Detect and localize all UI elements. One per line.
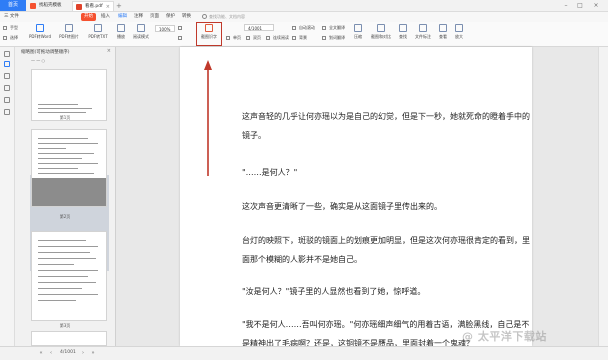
paragraph: 这声音轻的几乎让何亦瑶以为是自己的幻觉，但是下一秒，她就死命的瞪着手中的镜子。 <box>242 112 530 140</box>
page-number-field[interactable]: 4/1001 <box>244 24 274 31</box>
search-panel-icon[interactable] <box>4 109 10 115</box>
compare-button[interactable]: 截图和对比 <box>368 24 394 44</box>
pdf-to-txt-button[interactable]: PDF转TXT <box>86 24 110 44</box>
thumbnail-page-2[interactable] <box>31 129 107 207</box>
play-icon <box>117 24 125 32</box>
hand-tool[interactable]: 手型 <box>3 24 18 32</box>
pdf-to-image-button[interactable]: PDF转图片 <box>56 24 82 44</box>
compress-button[interactable]: 压缩 <box>350 24 366 44</box>
document-scrollbar[interactable] <box>598 47 608 346</box>
close-icon[interactable]: × <box>106 2 110 12</box>
comment-icon[interactable] <box>4 73 10 79</box>
paragraph: 这次声音更清晰了一些，确实是从这面镜子里传出来的。 <box>242 202 442 211</box>
search-input[interactable]: 查找功能、文档内容 <box>200 13 256 21</box>
thumbnail-icon[interactable] <box>4 61 10 67</box>
home-tab[interactable]: 首页 <box>0 0 26 11</box>
thumbnail-panel-title: 缩略图(可拖动调整顺序) <box>21 50 70 55</box>
thumbnail-page-4[interactable] <box>31 331 107 346</box>
enlarge-button[interactable]: 放大 <box>452 24 466 44</box>
close-window-icon[interactable]: × <box>590 0 602 11</box>
menu-protect[interactable]: 保护 <box>166 12 175 22</box>
thumbnail-label: 第1页 <box>59 115 71 120</box>
paragraph: "汝是何人？"镜子里的人显然也看到了她，惊呼道。 <box>242 287 426 296</box>
tab-template[interactable]: 找稻壳模板 <box>27 1 71 11</box>
play-button[interactable]: 播放 <box>114 24 128 44</box>
compare-icon <box>377 24 385 32</box>
menu-comment[interactable]: 注释 <box>134 12 143 22</box>
zoom-field[interactable]: 100% <box>155 25 175 32</box>
thumbnail-page-3[interactable] <box>31 231 107 321</box>
word-translate-button[interactable]: 划词翻译 <box>322 34 345 42</box>
thumbnail-label: 第3页 <box>59 323 71 328</box>
pdf-to-word-button[interactable]: PDF转Word <box>28 24 52 44</box>
read-mode-button[interactable]: 阅读模式 <box>131 24 151 44</box>
thumbnail-page-1[interactable] <box>31 69 107 121</box>
search-icon <box>202 14 207 19</box>
find-icon <box>399 24 407 32</box>
thumbnail-label: 第2页 <box>59 214 71 219</box>
tab-label: 找稻壳模板 <box>39 3 62 8</box>
word-icon <box>36 24 44 32</box>
toolbar: 手型 选择 PDF转Word PDF转图片 PDF转TXT 播放 阅读模式 10… <box>0 22 608 47</box>
paragraph: 台灯的映照下，斑驳的镜面上的划痕更加明显，但是这次何亦瑶很肯定的看到，里面那个模… <box>242 236 530 264</box>
page-indicator[interactable]: 4/1001 <box>60 349 76 357</box>
maximize-icon[interactable]: □ <box>574 0 586 11</box>
tab-label: 看看.pdf <box>85 4 103 9</box>
double-page-button[interactable]: 双页 <box>246 34 261 42</box>
zoom-in-icon[interactable] <box>178 24 185 32</box>
tab-document[interactable]: 看看.pdf × <box>72 1 114 11</box>
thumbnail-panel: 缩略图(可拖动调整顺序) × — 一 ○ 第1页 第2页 第3页 <box>15 47 129 346</box>
paragraph: "……是何人？" <box>242 168 298 177</box>
layer-icon[interactable] <box>4 97 10 103</box>
select-tool[interactable]: 选择 <box>3 34 18 42</box>
file-mark-button[interactable]: 文件标注 <box>412 24 434 44</box>
status-bar: « ‹ 4/1001 › » <box>0 346 608 360</box>
add-tab-button[interactable]: + <box>116 1 122 11</box>
image-icon <box>65 24 73 32</box>
menu-convert[interactable]: 转换 <box>182 12 191 22</box>
next-page-button[interactable]: › <box>80 350 86 356</box>
single-page-button[interactable]: 单页 <box>226 34 241 42</box>
last-page-button[interactable]: » <box>90 350 96 356</box>
compress-icon <box>354 24 362 32</box>
zoom-out-icon[interactable] <box>178 34 185 42</box>
menu-file[interactable]: 三 文件 <box>4 12 19 22</box>
bookmark-icon[interactable] <box>4 51 10 57</box>
continuous-read-button[interactable]: 连续阅读 <box>266 34 289 42</box>
minimize-icon[interactable]: – <box>560 0 572 11</box>
left-icon-rail <box>0 47 15 346</box>
docer-icon <box>30 3 36 9</box>
menu-start[interactable]: 开始 <box>81 13 96 21</box>
mark-icon <box>419 24 427 32</box>
watermark: @ 太平洋下载站 <box>462 330 547 343</box>
book-icon <box>137 24 145 32</box>
document-page: 这声音轻的几乎让何亦瑶以为是自己的幻觉，但是下一秒，她就死命的瞪着手中的镜子。 … <box>180 47 532 348</box>
menu-edit[interactable]: 编辑 <box>118 12 127 22</box>
attachment-icon[interactable] <box>4 85 10 91</box>
first-page-button[interactable]: « <box>38 350 44 356</box>
txt-icon <box>94 24 102 32</box>
view-icon <box>439 24 447 32</box>
auto-scroll-button[interactable]: 自动滚动 <box>292 24 315 32</box>
menu-page[interactable]: 页面 <box>150 12 159 22</box>
menu-bar: 三 文件 开始 插入 编辑 注释 页面 保护 转换 查找功能、文档内容 <box>0 12 608 22</box>
full-translate-button[interactable]: 全文翻译 <box>322 24 345 32</box>
document-area: 这声音轻的几乎让何亦瑶以为是自己的幻觉，但是下一秒，她就死命的瞪着手中的镜子。 … <box>116 47 599 348</box>
find-button[interactable]: 查找 <box>396 24 410 44</box>
pdf-icon <box>76 4 82 10</box>
menu-insert[interactable]: 插入 <box>101 12 110 22</box>
prev-page-button[interactable]: ‹ <box>48 350 54 356</box>
view-button[interactable]: 查看 <box>436 24 450 44</box>
thumbnail-zoom-slider[interactable]: — 一 ○ <box>31 58 45 64</box>
enlarge-icon <box>455 24 463 32</box>
title-bar: 首页 找稻壳模板 看看.pdf × + – □ × <box>0 0 608 12</box>
close-icon[interactable]: × <box>107 48 111 54</box>
annotation-arrow <box>204 60 212 176</box>
background-button[interactable]: 背景 <box>292 34 307 42</box>
